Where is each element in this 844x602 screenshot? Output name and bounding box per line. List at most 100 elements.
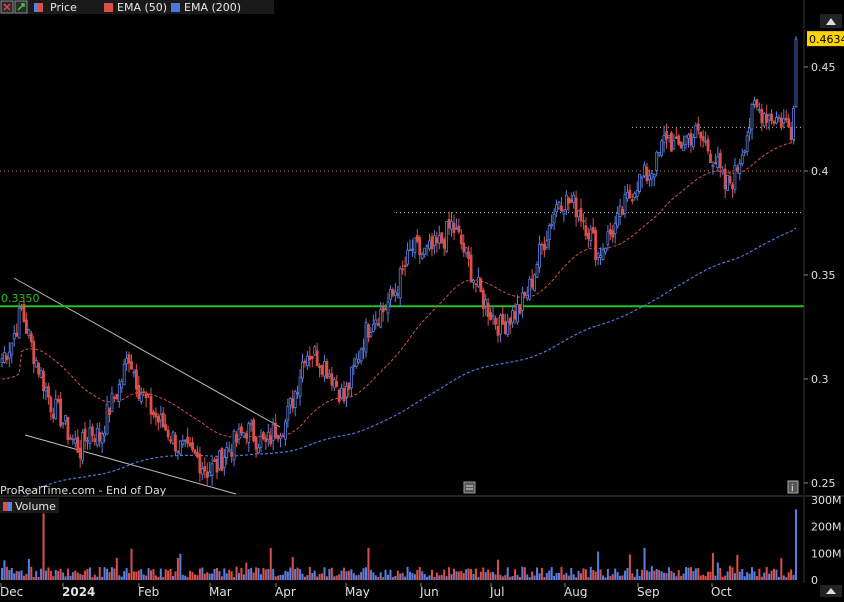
candle-body	[44, 387, 48, 392]
time-tick-label: Jun	[419, 585, 439, 598]
calendar-icon[interactable]	[463, 481, 476, 494]
candle-body	[181, 440, 185, 445]
time-tick-label: Apr	[275, 585, 296, 598]
volume-bar	[567, 575, 570, 580]
candle-body	[418, 237, 422, 256]
candle-body	[178, 440, 182, 455]
candle-body	[640, 175, 644, 179]
volume-bar	[677, 570, 680, 580]
volume-bar	[538, 573, 541, 580]
volume-bar	[159, 568, 162, 580]
candle-body	[276, 434, 280, 440]
candle-body	[237, 428, 241, 440]
volume-bar	[291, 557, 294, 580]
candle-body	[115, 393, 119, 400]
candle-body	[743, 150, 747, 153]
candle-body	[29, 333, 33, 343]
volume-bar	[35, 570, 38, 580]
candle-body	[349, 366, 353, 389]
volume-bar	[179, 553, 182, 580]
volume-bar	[145, 575, 148, 580]
candle-body	[225, 447, 229, 459]
candle-body	[691, 136, 695, 148]
candle-body	[283, 421, 287, 440]
volume-bar	[743, 576, 746, 580]
volume-bar	[631, 573, 634, 580]
volume-bar	[1, 567, 3, 580]
candle-body	[711, 164, 715, 167]
volume-bar	[765, 566, 768, 580]
volume-bar	[281, 574, 284, 580]
volume-bar	[711, 553, 714, 580]
volume-bar	[169, 568, 172, 580]
volume-bar	[763, 572, 766, 580]
volume-bar	[247, 569, 250, 580]
candle-body	[139, 393, 143, 402]
candle-body	[442, 239, 446, 249]
candle-body	[325, 361, 329, 379]
candle-body	[518, 304, 522, 314]
candle-body	[552, 213, 556, 224]
volume-bar	[645, 570, 648, 580]
volume-bar	[426, 576, 429, 580]
info-icon[interactable]: i	[787, 480, 799, 494]
volume-bar	[167, 570, 170, 580]
candle-body	[34, 359, 38, 368]
volume-bar	[228, 569, 231, 580]
candle-body	[254, 436, 258, 450]
volume-bar	[113, 568, 116, 580]
candle-body	[447, 218, 451, 229]
candle-body	[171, 431, 175, 444]
volume-bar	[269, 548, 272, 580]
candle-body	[0, 358, 4, 363]
volume-bar	[648, 571, 651, 580]
candle-body	[367, 324, 370, 338]
collapse-icon[interactable]	[0, 0, 14, 14]
candle-body	[626, 192, 629, 200]
axis-expand-icon[interactable]	[820, 14, 842, 28]
volume-bar	[457, 571, 460, 580]
volume-bar	[79, 574, 82, 580]
volume-bar	[15, 570, 18, 580]
candle-body	[748, 127, 751, 134]
candle-body	[235, 433, 238, 443]
volume-bar	[738, 571, 741, 580]
volume-bar	[565, 572, 568, 580]
price-label[interactable]: Price	[50, 1, 77, 14]
candle-body	[423, 247, 427, 255]
volume-bar	[641, 569, 644, 580]
volume-bar	[558, 572, 561, 580]
volume-label[interactable]: Volume	[15, 500, 56, 513]
volume-bar	[257, 568, 260, 580]
volume-bar	[611, 574, 614, 580]
volume-bar	[699, 575, 702, 580]
candle-body	[51, 413, 55, 419]
volume-bar	[88, 567, 91, 580]
volume-bar	[186, 576, 189, 580]
candle-body	[379, 309, 383, 328]
candle-body	[122, 363, 126, 386]
volume-bar	[404, 576, 407, 580]
volume-bar	[443, 569, 446, 580]
volume-bar	[460, 570, 463, 580]
candle-body	[227, 448, 231, 452]
candle-body	[696, 123, 700, 131]
volume-bar	[751, 567, 754, 580]
ema50-label[interactable]: EMA (50)	[117, 1, 167, 14]
candle-body	[208, 471, 212, 477]
volume-bar	[606, 568, 609, 580]
candle-body	[735, 167, 739, 171]
settings-icon[interactable]	[14, 0, 28, 14]
candle-body	[745, 135, 749, 152]
ema200-label[interactable]: EMA (200)	[184, 1, 241, 14]
candle-body	[635, 190, 639, 197]
time-axis-expand-icon[interactable]	[820, 585, 842, 597]
candle-body	[205, 471, 209, 479]
volume-bar	[531, 571, 534, 580]
candle-body	[271, 424, 275, 441]
candle-body	[762, 113, 766, 127]
volume-bar	[286, 571, 289, 580]
volume-bar	[545, 573, 548, 580]
volume-bar	[553, 575, 556, 580]
candle-body	[191, 442, 194, 451]
